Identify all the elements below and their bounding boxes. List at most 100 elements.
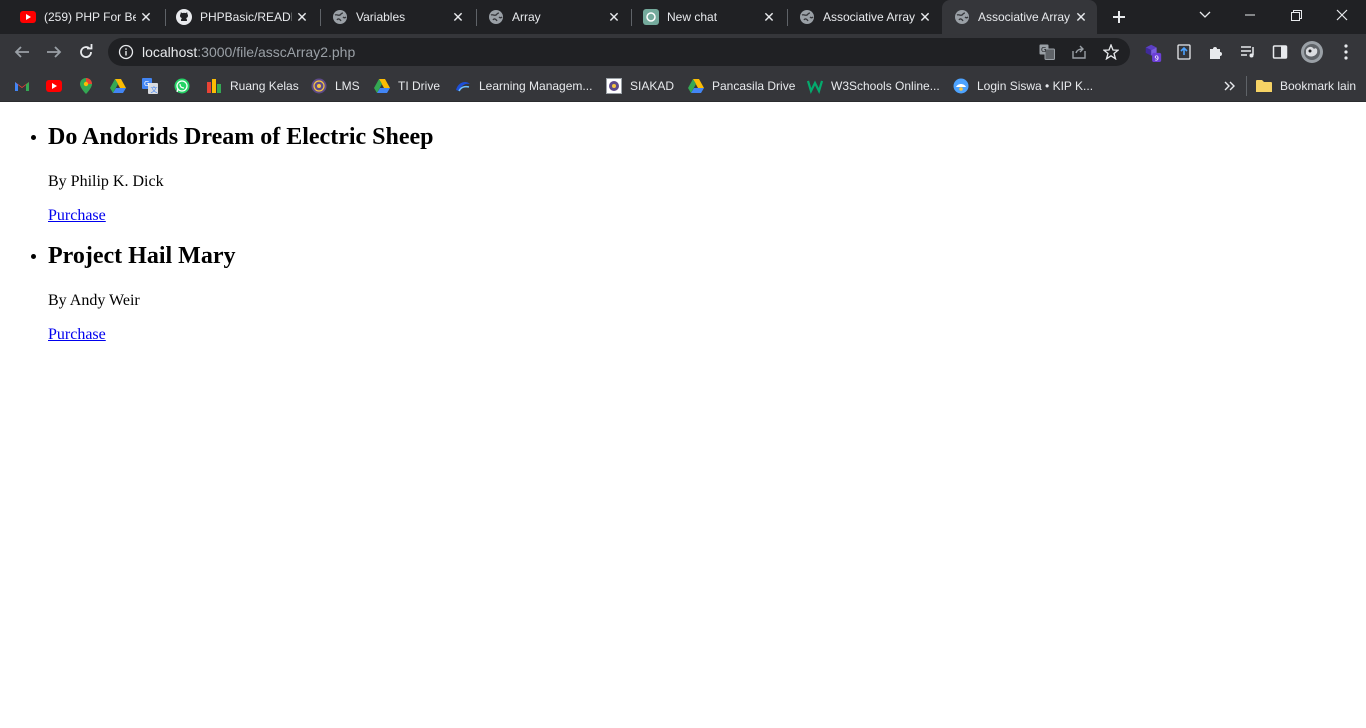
github-icon: [176, 9, 192, 25]
bookmark-label: Bookmark lain: [1280, 79, 1357, 93]
drive-icon: [374, 78, 390, 94]
bookmark-ruang-kelas[interactable]: Ruang Kelas: [206, 76, 299, 96]
bookmark-label: Learning Managem...: [479, 79, 593, 93]
tab-strip: (259) PHP For Beginners ✕ PHPBasic/READM…: [0, 0, 1366, 34]
address-bar[interactable]: localhost:3000/file/asscArray2.php G: [108, 38, 1130, 66]
bookmark-login-siswa[interactable]: Login Siswa • KIP K...: [953, 76, 1093, 96]
learning-icon: [455, 78, 471, 94]
globe-icon: [332, 9, 348, 25]
bookmark-label: TI Drive: [398, 79, 440, 93]
extension-badge-icon[interactable]: 9: [1143, 42, 1163, 63]
whatsapp-icon: [174, 78, 190, 94]
save-extension-icon[interactable]: [1174, 42, 1194, 62]
bookmark-drive[interactable]: [110, 76, 126, 96]
site-info-icon[interactable]: [118, 44, 134, 60]
book-author: By Andy Weir: [48, 292, 140, 309]
bookmark-label: Ruang Kelas: [230, 79, 299, 93]
restore-icon: [1290, 9, 1302, 21]
tab-github[interactable]: PHPBasic/README ✕: [164, 0, 318, 34]
tab-close-icon[interactable]: ✕: [136, 7, 156, 27]
tab-search-button[interactable]: [1182, 0, 1228, 30]
back-button[interactable]: [8, 38, 36, 66]
purchase-link[interactable]: Purchase: [48, 326, 106, 344]
gmail-icon: [14, 78, 30, 94]
tab-close-icon[interactable]: ✕: [292, 7, 312, 27]
bookmark-label: Pancasila Drive: [712, 79, 796, 93]
bookmark-pancasila-drive[interactable]: Pancasila Drive: [688, 76, 795, 96]
browser-toolbar: localhost:3000/file/asscArray2.php G 9: [0, 34, 1366, 70]
tab-close-icon[interactable]: ✕: [915, 7, 935, 27]
bookmark-maps[interactable]: [78, 76, 94, 96]
bookmark-lms[interactable]: LMS: [311, 76, 360, 96]
restore-button[interactable]: [1273, 0, 1319, 30]
minimize-icon: [1245, 14, 1255, 16]
bookmark-youtube[interactable]: [46, 76, 62, 96]
tab-title: New chat: [667, 10, 718, 24]
reload-icon: [80, 44, 93, 58]
youtube-icon: [20, 9, 36, 25]
bookmarks-overflow-button[interactable]: [1224, 76, 1236, 96]
book-title: Project Hail Mary: [48, 243, 236, 269]
purchase-link[interactable]: Purchase: [48, 207, 106, 225]
bookmark-translate[interactable]: G文: [142, 76, 158, 96]
bookmark-label: Login Siswa • KIP K...: [977, 79, 1094, 93]
tab-associative-array[interactable]: Associative Array ✕: [787, 0, 941, 34]
folder-icon: [1256, 78, 1272, 94]
plus-icon: [1113, 11, 1125, 23]
tab-variables[interactable]: Variables ✕: [320, 0, 474, 34]
bookmark-ti-drive[interactable]: TI Drive: [374, 76, 440, 96]
back-arrow-icon: [14, 46, 29, 58]
maps-icon: [78, 78, 94, 94]
tab-title: Associative Array: [823, 10, 915, 24]
other-bookmarks-folder[interactable]: Bookmark lain: [1256, 76, 1356, 96]
chatgpt-icon: [643, 9, 659, 25]
tab-close-icon[interactable]: ✕: [448, 7, 468, 27]
book-author: By Philip K. Dick: [48, 173, 164, 190]
translate-icon: G文: [142, 78, 158, 94]
menu-kebab-icon[interactable]: [1336, 42, 1356, 62]
close-icon: [1336, 9, 1348, 21]
tab-close-icon[interactable]: ✕: [1071, 7, 1091, 27]
bookmark-w3schools[interactable]: W3Schools Online...: [807, 76, 940, 96]
bookmark-star-icon[interactable]: [1102, 43, 1120, 61]
classroom-icon: [206, 78, 222, 94]
bookmark-siakad[interactable]: SIAKAD: [606, 76, 674, 96]
tab-title: PHPBasic/README: [200, 10, 292, 24]
reload-button[interactable]: [72, 38, 100, 66]
globe-icon: [954, 9, 970, 25]
siakad-icon: [606, 78, 622, 94]
svg-text:G: G: [1041, 46, 1046, 54]
tab-array[interactable]: Array ✕: [476, 0, 630, 34]
media-controls-icon[interactable]: [1238, 42, 1258, 62]
url-host: localhost: [142, 44, 198, 60]
extensions-puzzle-icon[interactable]: [1206, 42, 1226, 62]
bookmark-gmail[interactable]: [14, 76, 30, 96]
tab-title: (259) PHP For Beginners: [44, 10, 136, 24]
translate-icon[interactable]: G: [1039, 44, 1055, 60]
close-window-button[interactable]: [1319, 0, 1365, 30]
new-tab-button[interactable]: [1107, 5, 1131, 29]
drive-icon: [110, 78, 126, 94]
tab-close-icon[interactable]: ✕: [759, 7, 779, 27]
drive-icon: [688, 78, 704, 94]
forward-button[interactable]: [40, 38, 68, 66]
page-viewport: Do Andorids Dream of Electric Sheep By P…: [0, 103, 1366, 728]
side-panel-icon[interactable]: [1270, 42, 1290, 62]
tab-new-chat[interactable]: New chat ✕: [631, 0, 785, 34]
tab-title: Associative Array: [978, 10, 1071, 24]
tab-associative-array-active[interactable]: Associative Array ✕: [942, 0, 1097, 34]
bookmark-whatsapp[interactable]: [174, 76, 190, 96]
tab-youtube[interactable]: (259) PHP For Beginners ✕: [8, 0, 162, 34]
list-bullet: [31, 135, 36, 140]
bookmark-label: LMS: [335, 79, 360, 93]
minimize-button[interactable]: [1227, 0, 1273, 30]
extension-badge-count: 9: [1154, 54, 1159, 63]
profile-avatar[interactable]: [1300, 40, 1324, 64]
globe-icon: [488, 9, 504, 25]
w3schools-icon: [807, 78, 823, 94]
tab-close-icon[interactable]: ✕: [604, 7, 624, 27]
youtube-icon: [46, 78, 62, 94]
url-text[interactable]: localhost:3000/file/asscArray2.php: [142, 38, 355, 66]
share-icon[interactable]: [1071, 44, 1087, 60]
bookmark-learning-management[interactable]: Learning Managem...: [455, 76, 592, 96]
